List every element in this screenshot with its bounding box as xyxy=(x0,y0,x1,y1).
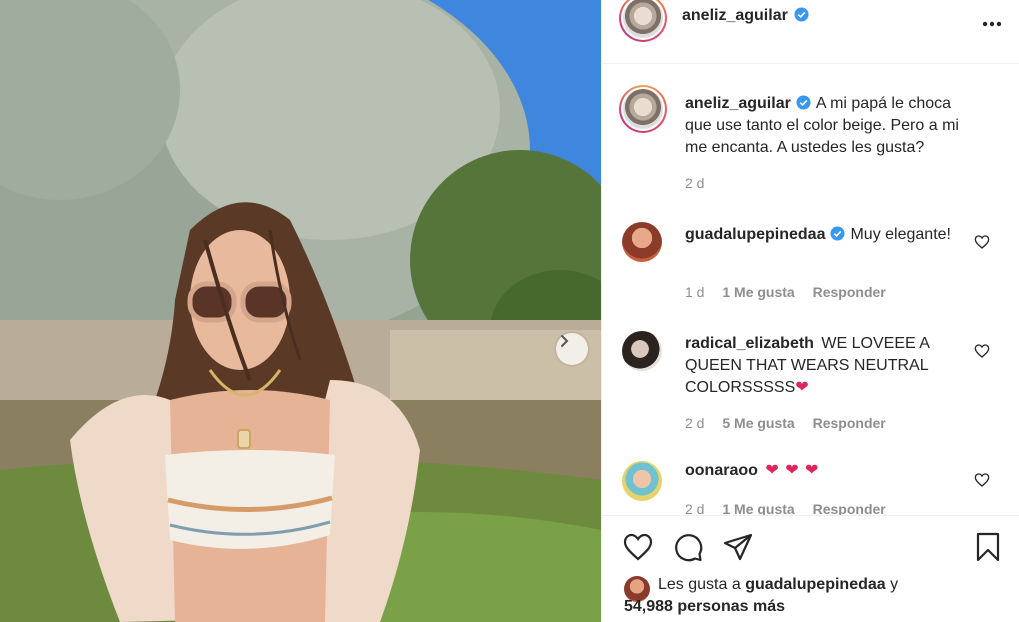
likes-summary: Les gusta a guadalupepinedaa y xyxy=(624,574,1004,596)
heart-emoji: ❤ ❤ ❤ xyxy=(765,462,820,479)
comment-username[interactable]: radical_elizabeth xyxy=(685,335,814,352)
caption-author-avatar[interactable] xyxy=(619,85,667,133)
photo-illustration xyxy=(0,0,601,622)
post-photo[interactable] xyxy=(0,0,601,622)
author-username[interactable]: aneliz_aguilar xyxy=(682,7,788,24)
comment-likes-link[interactable]: 1 Me gusta xyxy=(722,501,794,515)
comments-list[interactable]: aneliz_aguilar A mi papá le choca que use… xyxy=(602,65,1019,515)
likes-count[interactable]: 54,988 personas más xyxy=(624,598,785,615)
reply-button[interactable]: Responder xyxy=(813,415,886,431)
verified-badge-icon xyxy=(794,7,809,22)
heart-icon[interactable] xyxy=(974,343,990,359)
comment-time: 1 d xyxy=(685,284,705,300)
verified-badge-icon xyxy=(796,95,811,110)
caption-time: 2 d xyxy=(685,175,705,191)
author-avatar[interactable] xyxy=(619,0,667,42)
chevron-right-icon xyxy=(561,335,569,347)
reply-button[interactable]: Responder xyxy=(813,501,886,515)
comment-time: 2 d xyxy=(685,415,705,431)
likes-count-line: 54,988 personas más xyxy=(624,596,1004,618)
likes-suffix: y xyxy=(890,576,899,593)
paper-plane-icon[interactable] xyxy=(722,531,754,563)
comment-item: radical_elizabeth WE LOVEEE A QUEEN THAT… xyxy=(622,331,1007,441)
comment-time: 2 d xyxy=(685,501,705,515)
heart-icon[interactable] xyxy=(974,234,990,250)
comment-likes-link[interactable]: 1 Me gusta xyxy=(722,284,794,300)
comment-icon[interactable] xyxy=(672,531,704,563)
liker-username[interactable]: guadalupepinedaa xyxy=(745,576,885,593)
post-caption: aneliz_aguilar A mi papá le choca que use… xyxy=(619,85,1007,197)
commenter-avatar[interactable] xyxy=(622,461,662,501)
comment-text: Muy elegante! xyxy=(850,226,951,243)
reply-button[interactable]: Responder xyxy=(813,284,886,300)
more-options-icon[interactable] xyxy=(982,10,1002,33)
post-side-panel: aneliz_aguilar aneliz_aguilar A mi papá l… xyxy=(601,0,1019,622)
bookmark-icon[interactable] xyxy=(972,531,1004,563)
heart-icon[interactable] xyxy=(622,531,654,563)
caption-username[interactable]: aneliz_aguilar xyxy=(685,95,791,112)
verified-badge-icon xyxy=(830,226,845,241)
comment-username[interactable]: guadalupepinedaa xyxy=(685,226,825,243)
comment-item: oonaraoo ❤ ❤ ❤ 2 d 1 Me gusta Responder xyxy=(622,461,1007,515)
post-actions: Les gusta a guadalupepinedaa y 54,988 pe… xyxy=(602,515,1019,622)
heart-emoji: ❤ xyxy=(795,379,809,396)
likes-prefix: Les gusta a xyxy=(658,576,741,593)
comment-item: guadalupepinedaa Muy elegante! 1 d 1 Me g… xyxy=(622,222,1007,312)
carousel-next-button[interactable] xyxy=(556,333,588,365)
comment-likes-link[interactable]: 5 Me gusta xyxy=(722,415,794,431)
commenter-avatar[interactable] xyxy=(622,222,662,262)
post-header: aneliz_aguilar xyxy=(602,0,1019,64)
commenter-avatar[interactable] xyxy=(622,331,662,371)
heart-icon[interactable] xyxy=(974,472,990,488)
comment-username[interactable]: oonaraoo xyxy=(685,462,758,479)
